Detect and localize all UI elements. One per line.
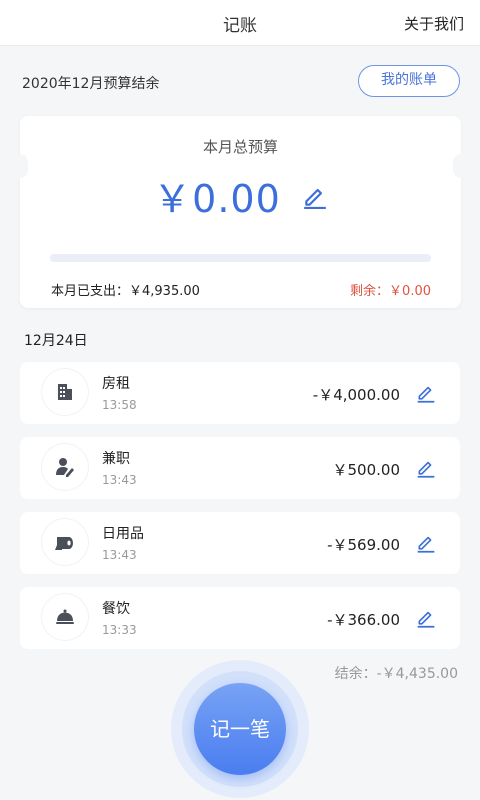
edit-record-icon[interactable] [416, 533, 436, 553]
edit-record-icon[interactable] [416, 608, 436, 628]
record-name: 房租 [102, 376, 130, 392]
my-bill-button[interactable]: 我的账单 [358, 65, 460, 97]
person-edit-icon [42, 444, 88, 490]
list-item[interactable]: 兼职 13:43 ￥500.00 [20, 437, 460, 499]
remaining-label: 剩余：￥0.00 [350, 284, 431, 299]
record-list: 房租 13:58 -￥4,000.00 兼职 13:43 ￥500.00 日用品… [20, 362, 460, 662]
month-spent-label: 本月已支出：￥4,935.00 [51, 284, 200, 299]
record-amount: ￥500.00 [332, 461, 401, 479]
list-item[interactable]: 日用品 13:43 -￥569.00 [20, 512, 460, 574]
record-amount: -￥569.00 [327, 536, 400, 554]
edit-record-icon[interactable] [416, 383, 436, 403]
day-balance-summary: 结余：-￥4,435.00 [334, 666, 458, 682]
record-time: 13:58 [102, 398, 137, 412]
food-cloche-icon [42, 594, 88, 640]
budget-amount-row: ￥0.00 [20, 168, 461, 221]
tissue-roll-icon [42, 519, 88, 565]
edit-budget-icon[interactable] [302, 183, 328, 209]
top-bar: 记账 关于我们 [0, 0, 480, 46]
list-item[interactable]: 餐饮 13:33 -￥366.00 [20, 587, 460, 649]
budget-period-label: 2020年12月预算结余 [22, 76, 160, 92]
record-name: 餐饮 [102, 601, 130, 617]
building-icon [42, 369, 88, 415]
record-time: 13:43 [102, 548, 137, 562]
budget-progress-bar [50, 254, 431, 262]
edit-record-icon[interactable] [416, 458, 436, 478]
record-date: 12月24日 [24, 333, 88, 349]
record-time: 13:33 [102, 623, 137, 637]
about-us-link[interactable]: 关于我们 [404, 13, 464, 34]
record-name: 日用品 [102, 526, 144, 542]
budget-amount: ￥0.00 [153, 177, 281, 221]
add-record-button[interactable]: 记一笔 [194, 683, 286, 775]
record-amount: -￥366.00 [327, 611, 400, 629]
total-budget-label: 本月总预算 [202, 138, 278, 156]
list-item[interactable]: 房租 13:58 -￥4,000.00 [20, 362, 460, 424]
budget-card: 本月总预算 ￥0.00 本月已支出：￥4,935.00 剩余：￥0.00 [12, 116, 469, 308]
record-name: 兼职 [102, 451, 130, 467]
budget-header-row: 2020年12月预算结余 我的账单 [22, 65, 460, 100]
record-amount: -￥4,000.00 [312, 386, 400, 404]
record-time: 13:43 [102, 473, 137, 487]
